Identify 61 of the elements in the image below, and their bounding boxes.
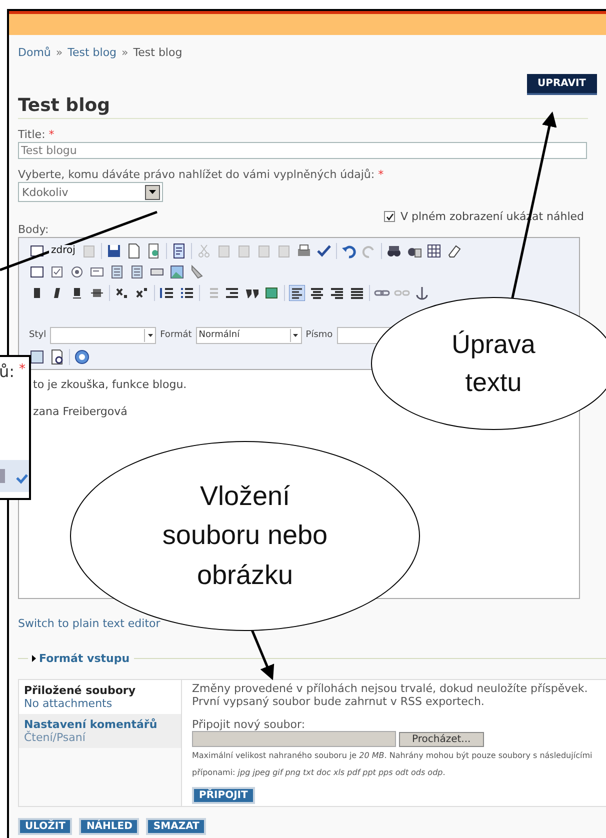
required-mark: * <box>378 168 384 181</box>
input-format-toggle[interactable]: Formát vstupu <box>32 652 130 665</box>
required-mark: * <box>48 128 54 141</box>
breadcrumb-current: Test blog <box>133 46 182 59</box>
help-text: Maximální velikost nahraného souboru je 20 MB. Nahrány mohou být pouze soubory s následujícími příponami: jpg jpeg gif png txt doc xls pdf ppt pps odt ods odp. <box>192 750 594 779</box>
expand-triangle-icon <box>32 655 36 662</box>
callout-text: Vložení souboru nebo obrázku <box>162 480 328 592</box>
printer-icon[interactable] <box>296 242 312 258</box>
eraser-icon[interactable] <box>446 242 462 258</box>
save-icon[interactable] <box>106 242 122 258</box>
page-title: Test blog <box>18 95 588 119</box>
callout-text: Úprava textu <box>452 328 536 398</box>
file-field[interactable] <box>192 731 396 747</box>
field-label: Vyberte, komu dáváte právo nahlížet do vámi vyplněných údajů: <box>18 168 375 181</box>
edit-button[interactable]: UPRAVIT <box>526 74 597 95</box>
dropdown-arrow-icon <box>149 190 156 194</box>
breadcrumb-separator: » <box>122 46 128 59</box>
source-label: zdroj <box>49 245 78 256</box>
image-icon[interactable] <box>169 264 185 280</box>
required-mark: * <box>19 362 26 377</box>
breadcrumb-link[interactable]: Test blog <box>68 46 117 59</box>
list-box-icon[interactable] <box>109 264 125 280</box>
page-icon[interactable] <box>126 242 142 258</box>
maximize-icon[interactable] <box>29 348 45 364</box>
field-label: Body: <box>18 223 49 236</box>
field-label: Title: <box>18 128 46 141</box>
breadcrumb-separator: » <box>56 46 63 59</box>
spellcheck-icon <box>16 474 28 484</box>
select-label: Formát <box>160 330 192 340</box>
field-label: Připojit nový soubor: <box>192 718 306 731</box>
select-label: Styl <box>29 330 46 340</box>
title-field[interactable]: Test blogu <box>18 142 587 159</box>
spellcheck-icon[interactable] <box>316 242 332 258</box>
breadcrumb-link[interactable]: Domů <box>18 46 51 59</box>
show-blocks-icon[interactable] <box>49 348 65 364</box>
help-icon[interactable] <box>74 348 90 364</box>
table-icon[interactable] <box>426 242 442 258</box>
dropdown-arrow-icon <box>293 334 298 336</box>
radio-icon[interactable] <box>69 264 85 280</box>
visibility-select[interactable]: Kdokoliv <box>18 182 163 202</box>
action-button[interactable]: SMAZAT <box>146 818 206 835</box>
action-button[interactable]: ULOŽIT <box>18 818 72 835</box>
preview-checkbox[interactable] <box>384 211 396 222</box>
attach-button[interactable]: PŘIPOJIT <box>192 787 255 804</box>
notice-text: Změny provedené v přílohách nejsou trvalé, dokud neuložíte příspěvek. První vypsaný soubor bude zahrnut v RSS exportech. <box>192 682 589 708</box>
template-icon[interactable] <box>171 242 188 258</box>
body-text: zana Freibergová <box>33 405 128 418</box>
select-label: Písmo <box>306 330 333 340</box>
dropdown-arrow-icon <box>148 334 153 336</box>
body-text: to je zkouška, funkce blogu. <box>33 378 187 391</box>
vertical-tab[interactable]: Přiložené soubory No attachments <box>19 680 181 714</box>
action-button[interactable]: NÁHLED <box>79 818 140 835</box>
align-left-icon[interactable] <box>289 284 305 300</box>
anchor-icon[interactable] <box>414 284 430 300</box>
plain-editor-link[interactable]: Switch to plain text editor <box>18 617 160 630</box>
browse-button[interactable]: Procházet... <box>399 732 484 746</box>
format-select[interactable]: Normální <box>196 326 302 344</box>
field-label: ů: <box>0 362 15 381</box>
list-box-icon[interactable] <box>129 264 145 280</box>
vertical-tab[interactable]: Nastavení komentářů Čtení/Psaní <box>19 714 181 748</box>
checkbox-icon[interactable] <box>49 264 65 280</box>
